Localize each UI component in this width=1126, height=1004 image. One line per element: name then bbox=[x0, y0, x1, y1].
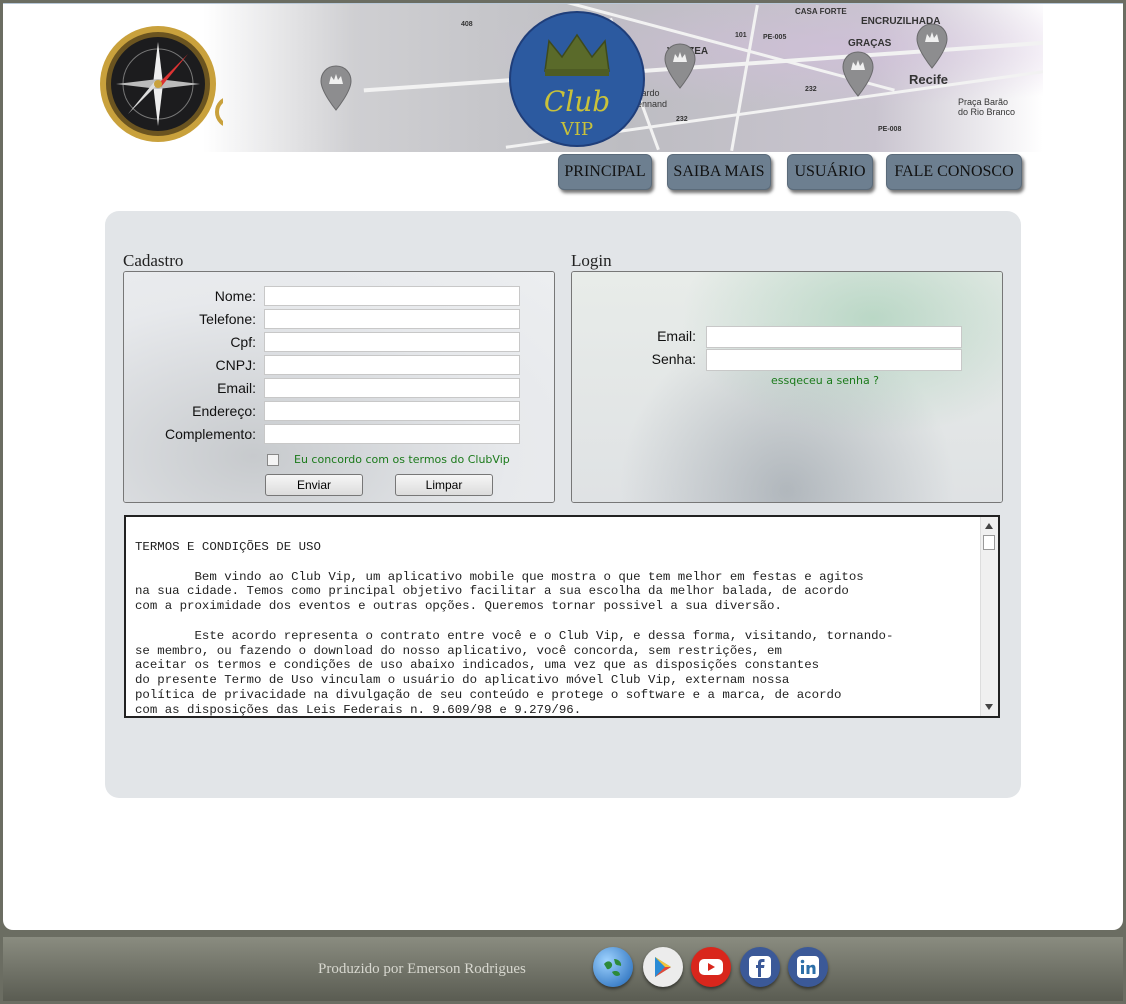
complemento-label: Complemento: bbox=[164, 426, 256, 442]
logo-subtext: VIP bbox=[560, 119, 593, 140]
map-pin-icon bbox=[916, 23, 948, 69]
telefone-input[interactable] bbox=[264, 309, 520, 329]
map-pin-icon bbox=[320, 65, 352, 111]
email-label: Email: bbox=[217, 380, 256, 396]
terms-checkbox-label: Eu concordo com os termos do ClubVip bbox=[294, 453, 510, 466]
login-email-input[interactable] bbox=[706, 326, 962, 348]
cnpj-label: CNPJ: bbox=[215, 357, 256, 373]
map-label: PE-008 bbox=[878, 126, 902, 133]
scroll-up-icon[interactable] bbox=[985, 523, 993, 529]
enviar-button[interactable]: Enviar bbox=[265, 474, 363, 496]
globe-icon[interactable] bbox=[593, 947, 633, 987]
complemento-input[interactable] bbox=[264, 424, 520, 444]
linkedin-icon[interactable] bbox=[788, 947, 828, 987]
nome-input[interactable] bbox=[264, 286, 520, 306]
compass-icon bbox=[100, 26, 223, 142]
limpar-button[interactable]: Limpar bbox=[395, 474, 493, 496]
footer: Produzido por Emerson Rodrigues bbox=[3, 937, 1123, 1001]
club-vip-logo: Club VIP bbox=[509, 11, 645, 147]
cadastro-form: Nome: Telefone: Cpf: CNPJ: Email: Endere… bbox=[123, 271, 555, 503]
scroll-down-icon[interactable] bbox=[985, 704, 993, 710]
cpf-input[interactable] bbox=[264, 332, 520, 352]
nav-fale-conosco[interactable]: FALE CONOSCO bbox=[886, 154, 1022, 190]
cpf-label: Cpf: bbox=[230, 334, 256, 350]
login-form: Email: Senha: essqeceu a senha ? bbox=[571, 271, 1003, 503]
cadastro-title: Cadastro bbox=[123, 251, 184, 270]
map-pin-icon bbox=[842, 51, 874, 97]
terms-textarea[interactable]: TERMOS E CONDIÇÕES DE USO Bem vindo ao C… bbox=[124, 515, 1000, 718]
map-label: 101 bbox=[735, 32, 747, 39]
nav-principal[interactable]: PRINCIPAL bbox=[558, 154, 652, 190]
login-title: Login bbox=[571, 251, 612, 270]
facebook-icon[interactable] bbox=[740, 947, 780, 987]
map-label: do Rio Branco bbox=[958, 107, 1016, 117]
map-label: CASA FORTE bbox=[795, 7, 847, 16]
endereco-input[interactable] bbox=[264, 401, 520, 421]
map-label: PE-005 bbox=[763, 34, 787, 41]
map-label: 408 bbox=[461, 21, 473, 28]
map-pin-icon bbox=[664, 43, 696, 89]
login-password-label: Senha: bbox=[651, 351, 696, 367]
map-label: Praça Barão bbox=[958, 97, 1009, 107]
nav-saiba-mais[interactable]: SAIBA MAIS bbox=[667, 154, 771, 190]
footer-credit: Produzido por Emerson Rodrigues bbox=[318, 961, 526, 977]
main-panel: Cadastro Nome: Telefone: Cpf: CNPJ: Emai… bbox=[105, 211, 1021, 798]
terms-scrollbar[interactable] bbox=[980, 517, 998, 716]
page-container: CASA FORTE ENCRUZILHADA VÁRZEA GRAÇAS Re… bbox=[3, 3, 1123, 930]
terms-text: TERMOS E CONDIÇÕES DE USO Bem vindo ao C… bbox=[135, 540, 894, 717]
google-play-icon[interactable] bbox=[643, 947, 683, 987]
forgot-password-link[interactable]: essqeceu a senha ? bbox=[771, 374, 879, 387]
map-label: Recife bbox=[909, 72, 949, 87]
map-label: GRAÇAS bbox=[848, 38, 892, 49]
map-label: 232 bbox=[676, 116, 688, 123]
nome-label: Nome: bbox=[214, 288, 256, 304]
cnpj-input[interactable] bbox=[264, 355, 520, 375]
telefone-label: Telefone: bbox=[199, 311, 256, 327]
logo-text: Club bbox=[544, 85, 610, 118]
login-email-label: Email: bbox=[657, 328, 696, 344]
map-label: 232 bbox=[805, 86, 817, 93]
login-password-input[interactable] bbox=[706, 349, 962, 371]
youtube-icon[interactable] bbox=[691, 947, 731, 987]
email-field[interactable] bbox=[264, 378, 520, 398]
terms-checkbox[interactable] bbox=[267, 454, 279, 466]
scroll-thumb[interactable] bbox=[983, 535, 995, 550]
nav-usuario[interactable]: USUÁRIO bbox=[787, 154, 873, 190]
header-banner: CASA FORTE ENCRUZILHADA VÁRZEA GRAÇAS Re… bbox=[83, 4, 1043, 154]
endereco-label: Endereço: bbox=[192, 403, 256, 419]
